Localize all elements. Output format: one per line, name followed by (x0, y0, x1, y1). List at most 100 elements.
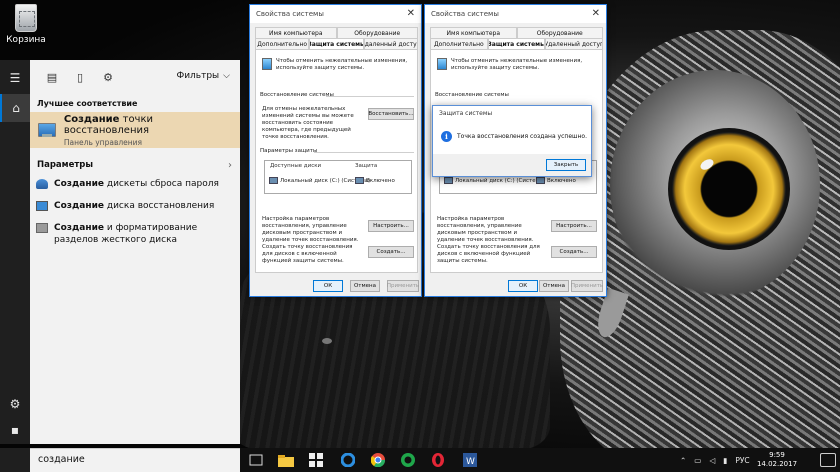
create-button[interactable]: Создать... (551, 246, 597, 258)
task-view-icon[interactable] (248, 452, 264, 468)
col-protect: Защита (355, 163, 378, 169)
svg-text:W: W (466, 457, 475, 467)
tab-system-protection[interactable]: Защита системы (487, 38, 546, 49)
window-title: Свойства системы (250, 5, 421, 23)
tab-computer-name[interactable]: Имя компьютера (255, 27, 337, 38)
result-rest: диска восстановления (104, 201, 215, 211)
best-match-title-bold: Создание (63, 113, 120, 125)
clock-date: 14.02.2017 (756, 460, 798, 468)
settings-icon[interactable]: ⚙ (94, 65, 122, 89)
tab-hardware[interactable]: Оборудование (336, 27, 418, 38)
tab-panel: Чтобы отменить нежелательные изменения, … (255, 49, 418, 273)
hamburger-icon[interactable]: ☰ (0, 64, 30, 92)
monitor-icon (36, 201, 48, 211)
close-icon[interactable]: ✕ (407, 8, 415, 19)
dialog-title: Защита системы (439, 110, 493, 117)
volume-icon[interactable]: ◁ (709, 456, 715, 465)
documents-icon[interactable]: ▯ (66, 65, 94, 89)
disk-row-state: Включено (536, 177, 576, 184)
settings-result-2[interactable]: Создание диска восстановления (30, 200, 240, 212)
feedback-icon[interactable]: ▪ (0, 416, 30, 444)
tab-computer-name[interactable]: Имя компьютера (430, 27, 517, 38)
language-indicator[interactable]: РУС (735, 456, 749, 465)
tab-advanced[interactable]: Дополнительно (255, 38, 310, 49)
tab-advanced[interactable]: Дополнительно (430, 38, 488, 49)
dialog-footer: Закрыть (433, 154, 591, 176)
wallpaper-elephant-eye (322, 338, 332, 344)
recycle-bin-shortcut[interactable]: Корзина (4, 4, 48, 45)
apply-button[interactable]: Применить (571, 280, 603, 292)
store-icon[interactable] (308, 452, 324, 468)
restore-point-icon (38, 123, 56, 137)
system-tray: ⌃ ▭ ◁ ▮ РУС (680, 448, 750, 472)
settings-section-heading[interactable]: Параметры › (30, 156, 240, 174)
opera-icon[interactable] (430, 452, 446, 468)
chevron-up-icon[interactable]: ⌃ (680, 456, 686, 465)
taskbar: W ⌃ ▭ ◁ ▮ РУС 9:59 14.02.2017 (240, 448, 840, 472)
recycle-bin-label: Корзина (6, 35, 46, 45)
file-explorer-icon[interactable] (278, 452, 294, 468)
edge-icon[interactable] (340, 452, 356, 468)
chrome-icon[interactable] (370, 452, 386, 468)
tab-remote[interactable]: Удаленный доступ (545, 38, 604, 49)
dialog-message: Точка восстановления создана успешно. (457, 133, 588, 140)
search-input[interactable] (38, 454, 232, 465)
recycle-bin-icon (15, 4, 37, 32)
chevron-right-icon: › (228, 159, 232, 171)
disk-list[interactable]: Доступные диски Защита Локальный диск (C… (264, 160, 412, 194)
create-text: Создать точку восстановления для дисков … (437, 244, 540, 264)
gear-icon[interactable]: ⚙ (0, 390, 30, 418)
search-box[interactable] (30, 448, 240, 472)
restore-group-title: Восстановление системы (260, 92, 334, 98)
notifications-icon[interactable] (820, 453, 836, 467)
close-button[interactable]: Закрыть (546, 159, 586, 171)
tab-remote[interactable]: Удаленный доступ (363, 38, 418, 49)
restore-group-title: Восстановление системы (435, 92, 509, 98)
start-rail: ☰ ⌂ ⚙ ▪ (0, 60, 30, 444)
network-icon[interactable]: ▭ (694, 456, 701, 465)
protect-group-title: Параметры защиты (260, 148, 318, 154)
clock[interactable]: 9:59 14.02.2017 (754, 451, 800, 469)
cancel-button[interactable]: Отмена (350, 280, 380, 292)
settings-result-1[interactable]: Создание дискеты сброса пароля (30, 178, 240, 190)
shield-icon (262, 58, 272, 70)
result-rest: дискеты сброса пароля (104, 179, 219, 189)
home-icon[interactable]: ⌂ (0, 94, 30, 122)
ok-button[interactable]: ОК (508, 280, 538, 292)
apply-button[interactable]: Применить (387, 280, 419, 292)
col-disks: Доступные диски (270, 163, 322, 169)
settings-result-3[interactable]: Создание и форматирование разделов жестк… (30, 222, 230, 246)
system-protection-dialog: Защита системы i Точка восстановления со… (432, 105, 592, 177)
ccleaner-icon[interactable] (400, 452, 416, 468)
disk-management-icon (36, 223, 48, 233)
disk-row-name[interactable]: Локальный диск (C:) (Система) (444, 177, 545, 184)
restore-button[interactable]: Восстановить... (368, 108, 414, 120)
configure-button[interactable]: Настроить... (551, 220, 597, 232)
clock-time: 9:59 (769, 451, 785, 459)
chevron-down-icon: ⌵ (223, 71, 230, 81)
best-match-result[interactable]: Создание точки восстановления Панель упр… (30, 112, 240, 148)
users-icon (36, 179, 48, 189)
battery-icon[interactable]: ▮ (723, 456, 727, 465)
filters-dropdown[interactable]: Фильтры ⌵ (176, 71, 230, 81)
config-text: Настройка параметров восстановления, упр… (262, 216, 359, 243)
restore-text: Для отмены нежелательных изменений систе… (262, 106, 354, 140)
apps-icon[interactable]: ▤ (38, 65, 66, 89)
separator (314, 152, 414, 153)
ok-button[interactable]: ОК (313, 280, 343, 292)
create-text: Создать точку восстановления для дисков … (262, 244, 353, 264)
tab-system-protection[interactable]: Защита системы (309, 38, 364, 49)
result-bold: Создание (54, 201, 104, 211)
settings-heading-label: Параметры (37, 160, 94, 170)
disk-row-state: Включено (355, 177, 395, 184)
wallpaper-owl-eye (668, 128, 790, 250)
intro-text: Чтобы отменить нежелательные изменения, … (276, 58, 408, 71)
start-button[interactable] (0, 448, 30, 472)
word-icon[interactable]: W (462, 452, 478, 468)
close-icon[interactable]: ✕ (592, 8, 600, 19)
tab-hardware[interactable]: Оборудование (516, 27, 603, 38)
system-properties-window-1: Свойства системы ✕ Имя компьютера Оборуд… (249, 4, 422, 297)
configure-button[interactable]: Настроить... (368, 220, 414, 232)
create-button[interactable]: Создать... (368, 246, 414, 258)
cancel-button[interactable]: Отмена (539, 280, 569, 292)
